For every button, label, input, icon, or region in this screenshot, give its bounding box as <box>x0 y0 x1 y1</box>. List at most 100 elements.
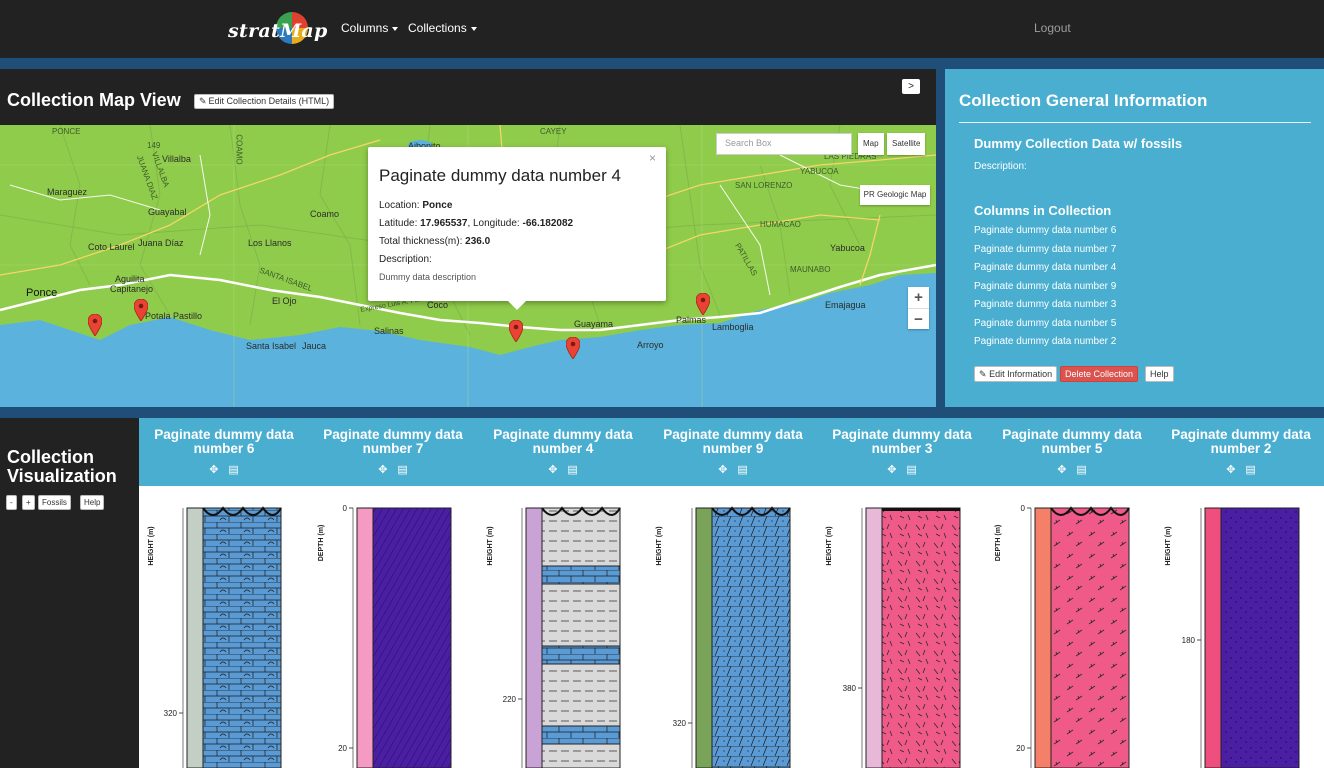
zoom-out-button[interactable]: - <box>6 495 17 510</box>
longitude-label: Longitude: <box>473 218 520 229</box>
zoom-in-button[interactable]: + <box>908 287 929 308</box>
map-info-window: × Paginate dummy data number 4 Location:… <box>368 147 666 310</box>
map-label-guayama: Guayama <box>574 319 614 329</box>
map-label-capitanejo: Capitanejo <box>110 284 154 294</box>
move-icon[interactable]: ✥ <box>378 463 387 476</box>
edit-information-label: Edit Information <box>989 369 1053 379</box>
column-list-item[interactable]: Paginate dummy data number 7 <box>974 244 1116 255</box>
logo-text: stratMap <box>228 20 328 42</box>
move-icon[interactable]: ✥ <box>209 463 218 476</box>
map-label-yabucoa-mun: YABUCOA <box>800 167 839 176</box>
column-title-line1: Paginate dummy data <box>1002 427 1142 442</box>
edit-collection-details-button[interactable]: ✎ Edit Collection Details (HTML) <box>194 94 335 109</box>
map-search-box[interactable]: Search Box <box>716 133 852 155</box>
list-icon[interactable]: ▤ <box>567 463 577 476</box>
strat-column[interactable]: 320 HEIGHT (m) <box>656 506 791 768</box>
info-window-description-value: Dummy data description <box>379 272 477 282</box>
map-marker-icon[interactable] <box>696 293 710 315</box>
edit-information-button[interactable]: ✎ Edit Information <box>974 366 1058 382</box>
info-window-location: Location: Ponce <box>379 200 655 211</box>
map-label-palmas: Palmas <box>676 315 707 325</box>
column-title: Paginate dummy data number 9 <box>653 428 813 456</box>
map-label-cayey: CAYEY <box>540 127 567 136</box>
axis-tick-label: 320 <box>673 719 687 728</box>
strat-column[interactable]: 0 20 DEPTH (m) <box>995 504 1130 768</box>
list-icon[interactable]: ▤ <box>1076 463 1086 476</box>
column-title-line2: number 7 <box>362 441 424 456</box>
column-title: Paginate dummy data number 2 <box>1161 428 1321 456</box>
map-label-maraguez: Maraguez <box>47 187 88 197</box>
stratmap-logo[interactable]: stratMap <box>228 10 327 48</box>
collapse-map-button[interactable]: > <box>902 79 920 94</box>
pencil-icon: ✎ <box>199 96 207 106</box>
column-title-line1: Paginate dummy data <box>154 427 294 442</box>
map-marker-icon[interactable] <box>134 299 148 321</box>
strat-columns-visualization: 320 HEIGHT (m) 0 20 DEPTH (m) 220 HEIGHT… <box>139 486 1324 768</box>
axis-label: DEPTH (m) <box>318 525 325 562</box>
map-marker-icon[interactable] <box>566 337 580 359</box>
axis-label: HEIGHT (m) <box>656 526 663 565</box>
column-header: Paginate dummy data number 9 ✥ ▤ <box>653 428 813 477</box>
collections-menu[interactable]: Collections <box>408 21 477 35</box>
map-label-santa-isabel: Santa Isabel <box>246 341 297 351</box>
info-window-thickness: Total thickness(m): 236.0 <box>379 236 655 247</box>
column-list-item[interactable]: Paginate dummy data number 6 <box>974 225 1116 236</box>
column-title-line2: number 5 <box>1041 441 1103 456</box>
move-icon[interactable]: ✥ <box>887 463 896 476</box>
visualization-sidebar: Collection Visualization - + Fossils Help <box>0 418 139 768</box>
strat-column[interactable]: 320 HEIGHT (m) <box>148 506 282 768</box>
column-list-item[interactable]: Paginate dummy data number 9 <box>974 281 1116 292</box>
delete-collection-button[interactable]: Delete Collection <box>1060 366 1139 382</box>
logout-link[interactable]: Logout <box>1034 21 1071 35</box>
list-icon[interactable]: ▤ <box>1245 463 1255 476</box>
move-icon[interactable]: ✥ <box>1057 463 1066 476</box>
latitude-label: Latitude: <box>379 218 418 229</box>
visualization-title-line1: Collection <box>7 447 95 467</box>
strat-column[interactable]: 180 HEIGHT (m) <box>1165 507 1300 768</box>
map-label-149: 149 <box>147 141 161 150</box>
caret-down-icon <box>392 26 399 31</box>
column-list-item[interactable]: Paginate dummy data number 5 <box>974 318 1116 329</box>
strat-column[interactable]: 380 HEIGHT (m) <box>826 507 961 768</box>
list-icon[interactable]: ▤ <box>906 463 916 476</box>
map-zoom-control: + − <box>908 287 929 329</box>
list-icon[interactable]: ▤ <box>397 463 407 476</box>
zoom-out-button[interactable]: − <box>908 309 929 330</box>
column-list-item[interactable]: Paginate dummy data number 2 <box>974 336 1116 347</box>
axis-tick-label: 20 <box>338 744 347 753</box>
map-marker-icon[interactable] <box>88 314 102 336</box>
map-label-los-llanos: Los Llanos <box>248 238 292 248</box>
map-label-villalba: Villalba <box>162 154 191 164</box>
list-icon[interactable]: ▤ <box>737 463 747 476</box>
strat-column[interactable]: 0 20 DEPTH (m) <box>318 504 452 768</box>
map-marker-icon[interactable] <box>509 320 523 342</box>
info-window-coordinates: Latitude: 17.965537, Longitude: -66.1820… <box>379 218 574 229</box>
strat-column[interactable]: 220 HEIGHT (m) <box>487 506 621 768</box>
move-icon[interactable]: ✥ <box>1226 463 1235 476</box>
column-header: Paginate dummy data number 4 ✥ ▤ <box>483 428 643 477</box>
column-title: Paginate dummy data number 3 <box>822 428 982 456</box>
info-panel-divider <box>959 122 1311 123</box>
move-icon[interactable]: ✥ <box>718 463 727 476</box>
fossils-button[interactable]: Fossils <box>38 495 71 510</box>
column-title-line1: Paginate dummy data <box>323 427 463 442</box>
column-title-line2: number 2 <box>1210 441 1272 456</box>
map-type-map-button[interactable]: Map <box>858 133 884 155</box>
move-icon[interactable]: ✥ <box>548 463 557 476</box>
help-button[interactable]: Help <box>1145 366 1174 382</box>
map-label-humacao: HUMACAO <box>760 220 801 229</box>
column-list-item[interactable]: Paginate dummy data number 3 <box>974 299 1116 310</box>
pr-geologic-map-button[interactable]: PR Geologic Map <box>860 185 930 205</box>
column-list-item[interactable]: Paginate dummy data number 4 <box>974 262 1116 273</box>
map-label-aguilita: Aguilita <box>115 274 145 284</box>
columns-menu[interactable]: Columns <box>341 21 399 35</box>
close-icon[interactable]: × <box>649 151 656 165</box>
zoom-in-button[interactable]: + <box>22 495 35 510</box>
list-icon[interactable]: ▤ <box>228 463 238 476</box>
help-button[interactable]: Help <box>80 495 105 510</box>
map-label-juana-diaz: Juana Díaz <box>138 238 184 248</box>
info-window-description-label: Description: <box>379 254 432 265</box>
map-type-satellite-button[interactable]: Satellite <box>887 133 926 155</box>
column-title-line1: Paginate dummy data <box>1171 427 1311 442</box>
map-label-san-lorenzo: SAN LORENZO <box>735 181 793 190</box>
